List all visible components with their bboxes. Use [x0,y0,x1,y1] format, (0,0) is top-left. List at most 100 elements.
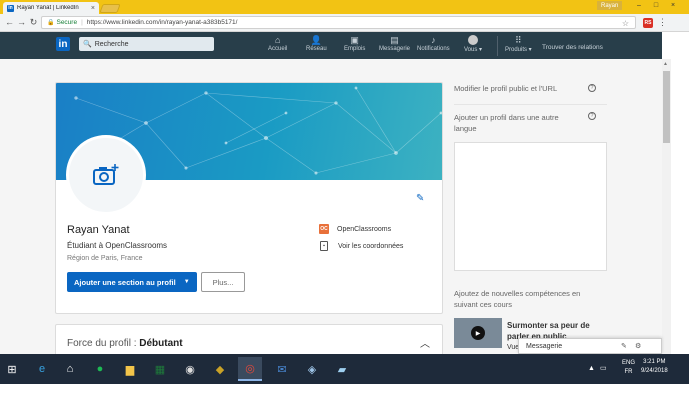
settings-gear-icon[interactable]: ⚙ [635,342,641,350]
linkedin-logo[interactable]: in [56,37,70,51]
url-separator: | [81,19,83,26]
help-icon[interactable]: ? [588,84,596,92]
browser-tab[interactable]: in Rayan Yanat | LinkedIn × [3,2,99,14]
nav-item-accueil[interactable]: ⌂ Accueil [268,35,287,57]
strength-value: Débutant [139,338,183,349]
briefcase-icon: ▣ [350,35,359,45]
caret-down-icon: ▼ [183,279,190,285]
courses-intro: Ajoutez de nouvelles compétences en suiv… [454,289,581,309]
chat-icon: ▤ [390,35,399,45]
education-link[interactable]: OC OpenClassrooms [319,224,391,234]
nav-item-reseau[interactable]: 👤 Réseau [306,35,327,57]
file-explorer-icon[interactable]: ▆ [118,357,142,381]
profile-name: Rayan Yanat [67,224,130,236]
lock-icon: 🔒 [47,20,55,26]
compose-icon[interactable]: ✎ [621,342,627,350]
chrome-icon[interactable]: ◎ [238,357,262,381]
app-icon[interactable]: ◉ [178,357,202,381]
windows-start-icon[interactable]: ⊞ [0,357,24,381]
find-connections-link[interactable]: Trouver des relations [542,44,603,51]
clock-time: 3:21 PM [643,359,666,365]
edit-public-profile-link[interactable]: Modifier le profil public et l'URL [454,83,584,94]
spotify-icon[interactable]: ● [88,357,112,381]
reload-icon[interactable]: ↻ [28,17,39,28]
language-indicator[interactable]: ENG FR [622,359,635,377]
profile-photo-placeholder[interactable] [66,135,146,215]
profile-location: Région de Paris, France [67,255,143,262]
internet-explorer-icon[interactable]: e [30,357,54,381]
extension-icon[interactable]: RS [643,18,653,28]
contact-label: Voir les coordonnées [338,242,404,250]
messaging-label: Messagerie [526,342,563,350]
page-scrollbar[interactable]: ▲ [662,59,671,354]
scroll-up-icon[interactable]: ▲ [663,61,668,67]
linkedin-navbar: in 🔍 Recherche ⌂ Accueil 👤 Réseau ▣ Empl… [0,32,662,59]
edit-pencil-icon[interactable]: ✎ [416,193,424,204]
app-icon[interactable]: ▰ [330,357,354,381]
scrollbar-thumb[interactable] [663,71,670,143]
bookmark-star-icon[interactable]: ☆ [622,19,629,28]
maximize-icon[interactable]: □ [650,1,662,10]
search-input[interactable]: 🔍 Recherche [79,37,214,51]
nav-item-messagerie[interactable]: ▤ Messagerie [379,35,410,57]
search-placeholder: Recherche [94,40,129,48]
chrome-user-badge[interactable]: Rayan [597,1,623,10]
nav-divider [497,36,498,56]
forward-icon[interactable]: → [16,17,27,27]
url-text: https://www.linkedin.com/in/rayan-yanat-… [86,19,238,26]
avatar [468,35,479,45]
ad-placeholder [454,142,607,271]
close-window-icon[interactable]: × [667,1,679,10]
contact-info-link[interactable]: ▪ Voir les coordonnées [319,241,403,251]
add-section-label: Ajouter une section au profil [74,277,176,287]
minimize-icon[interactable]: – [633,1,645,10]
paint-icon[interactable]: ◈ [300,357,324,381]
lang-code: ENG [622,360,636,366]
nav-label: Notifications [417,46,450,52]
chevron-up-icon[interactable]: ︿ [420,335,430,350]
nav-item-vous[interactable]: Vous ▾ [464,35,482,57]
nav-item-notifications[interactable]: ♪ Notifications [417,35,450,57]
messaging-bar[interactable]: Messagerie ✎ ⚙ [518,338,662,354]
divider [454,104,607,105]
play-icon: ▶ [471,326,485,340]
address-bar: ← → ↻ 🔒 Secure | https://www.linkedin.co… [0,14,689,32]
clock-date: 9/24/2018 [641,368,668,374]
mail-icon[interactable]: ✉ [270,357,294,381]
nav-label: Réseau [306,46,327,52]
nav-label: Emplois [344,46,366,52]
more-button[interactable]: Plus... [201,272,245,292]
secure-label: Secure [56,19,78,26]
excel-icon[interactable]: ▦ [148,357,172,381]
profile-strength-text: Force du profil : Débutant [67,338,183,349]
nav-item-emplois[interactable]: ▣ Emplois [344,35,365,57]
search-icon: 🔍 [83,41,92,48]
grid-icon: ⠿ [515,35,522,45]
openclassrooms-logo: OC [319,224,329,234]
nav-label: Vous ▾ [464,47,483,53]
network-icon: 👤 [310,35,322,45]
url-input[interactable]: 🔒 Secure | https://www.linkedin.com/in/r… [41,16,636,29]
new-tab-button[interactable] [99,4,121,13]
profile-card: ✎ Rayan Yanat Étudiant à OpenClassrooms … [55,82,443,314]
bell-icon: ♪ [431,35,436,45]
home-icon[interactable]: ⌂ [58,357,82,381]
app-icon[interactable]: ◆ [208,357,232,381]
nav-label: Accueil [268,46,288,52]
strength-label: Force du profil : [67,338,137,349]
tab-title: Rayan Yanat | LinkedIn [17,5,79,11]
course-thumbnail[interactable]: ▶ [454,318,502,348]
nav-item-produits[interactable]: ⠿ Produits ▾ [505,35,532,57]
help-icon[interactable]: ? [588,112,596,120]
battery-tray-icon[interactable]: ▭ [600,364,607,372]
add-language-profile-link[interactable]: Ajouter un profil dans une autre langue [454,112,579,134]
nav-label: Produits ▾ [505,47,532,53]
taskbar-clock[interactable]: 3:21 PM 9/24/2018 [641,358,668,376]
back-icon[interactable]: ← [4,17,15,27]
chrome-menu-icon[interactable]: ⋮ [658,17,667,28]
tab-close-icon[interactable]: × [91,5,95,12]
add-profile-section-button[interactable]: Ajouter une section au profil ▼ [67,272,197,292]
network-tray-icon[interactable]: ▲ [588,365,595,372]
home-icon: ⌂ [274,35,281,45]
window-edge [671,59,689,354]
